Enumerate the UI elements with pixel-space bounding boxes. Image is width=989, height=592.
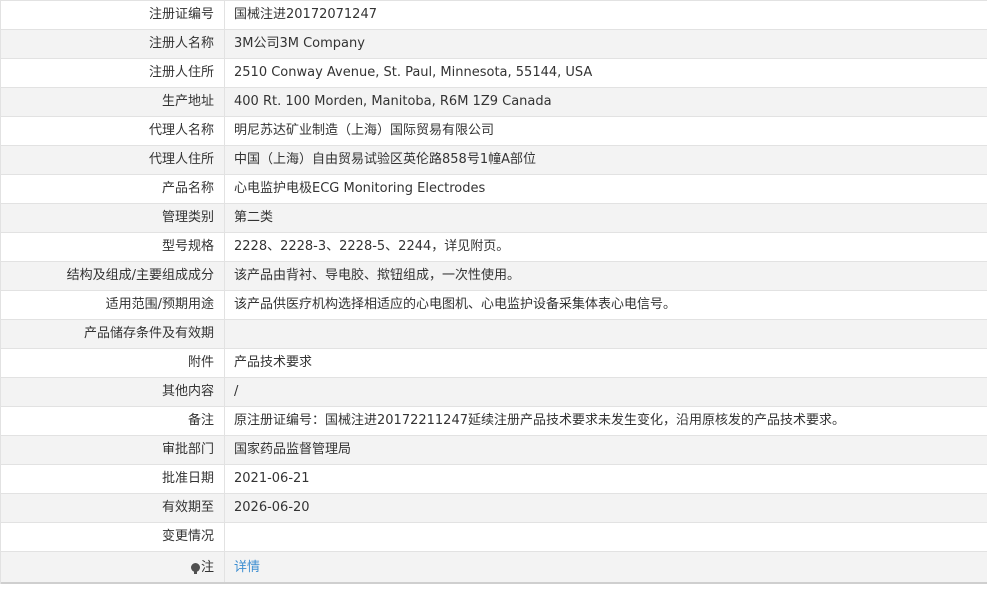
row-registrant-name: 注册人名称 3M公司3M Company [1,30,987,59]
lightbulb-icon [190,563,200,574]
row-agent-name: 代理人名称 明尼苏达矿业制造（上海）国际贸易有限公司 [1,117,987,146]
row-management-category: 管理类别 第二类 [1,204,987,233]
value-intended-use: 该产品供医疗机构选择相适应的心电图机、心电监护设备采集体表心电信号。 [234,297,677,312]
value-other-content: / [234,384,239,399]
row-other-content: 其他内容 / [1,378,987,407]
registration-detail-table: 注册证编号 国械注进20172071247 注册人名称 3M公司3M Compa… [0,0,987,584]
label-agent-address: 代理人住所 [1,146,225,174]
value-model-spec: 2228、2228-3、2228-5、2244，详见附页。 [234,239,510,254]
value-registrant-address: 2510 Conway Avenue, St. Paul, Minnesota,… [234,65,593,80]
value-note: 详情 [225,552,987,582]
label-product-name: 产品名称 [1,175,225,203]
label-note: 注 [1,552,225,582]
value-registrant-name: 3M公司3M Company [234,36,365,51]
row-registration-number: 注册证编号 国械注进20172071247 [1,1,987,30]
label-attachment: 附件 [1,349,225,377]
row-remarks: 备注 原注册证编号：国械注进20172211247延续注册产品技术要求未发生变化… [1,407,987,436]
label-management-category: 管理类别 [1,204,225,232]
label-registration-number: 注册证编号 [1,1,225,29]
value-product-name: 心电监护电极ECG Monitoring Electrodes [234,181,486,196]
value-storage-validity [225,320,987,348]
value-change-status [225,523,987,551]
value-management-category: 第二类 [234,210,274,225]
details-link[interactable]: 详情 [234,560,260,575]
value-registration-number: 国械注进20172071247 [234,7,377,22]
row-production-address: 生产地址 400 Rt. 100 Morden, Manitoba, R6M 1… [1,88,987,117]
row-note: 注 详情 [1,552,987,584]
value-agent-name: 明尼苏达矿业制造（上海）国际贸易有限公司 [234,123,495,138]
row-storage-validity: 产品储存条件及有效期 [1,320,987,349]
label-valid-until: 有效期至 [1,494,225,522]
row-approval-department: 审批部门 国家药品监督管理局 [1,436,987,465]
row-valid-until: 有效期至 2026-06-20 [1,494,987,523]
label-structure-composition: 结构及组成/主要组成成分 [1,262,225,290]
label-change-status: 变更情况 [1,523,225,551]
value-structure-composition: 该产品由背衬、导电胶、揿钮组成，一次性使用。 [234,268,521,283]
value-production-address: 400 Rt. 100 Morden, Manitoba, R6M 1Z9 Ca… [234,94,552,109]
value-valid-until: 2026-06-20 [234,500,310,515]
label-remarks: 备注 [1,407,225,435]
row-intended-use: 适用范围/预期用途 该产品供医疗机构选择相适应的心电图机、心电监护设备采集体表心… [1,291,987,320]
row-structure-composition: 结构及组成/主要组成成分 该产品由背衬、导电胶、揿钮组成，一次性使用。 [1,262,987,291]
row-agent-address: 代理人住所 中国（上海）自由贸易试验区英伦路858号1幢A部位 [1,146,987,175]
label-approval-department: 审批部门 [1,436,225,464]
value-agent-address: 中国（上海）自由贸易试验区英伦路858号1幢A部位 [234,152,536,167]
label-approval-date: 批准日期 [1,465,225,493]
label-registrant-name: 注册人名称 [1,30,225,58]
label-other-content: 其他内容 [1,378,225,406]
label-registrant-address: 注册人住所 [1,59,225,87]
row-approval-date: 批准日期 2021-06-21 [1,465,987,494]
value-remarks: 原注册证编号：国械注进20172211247延续注册产品技术要求未发生变化，沿用… [234,413,845,428]
value-approval-date: 2021-06-21 [234,471,310,486]
row-model-spec: 型号规格 2228、2228-3、2228-5、2244，详见附页。 [1,233,987,262]
label-model-spec: 型号规格 [1,233,225,261]
label-intended-use: 适用范围/预期用途 [1,291,225,319]
row-product-name: 产品名称 心电监护电极ECG Monitoring Electrodes [1,175,987,204]
label-agent-name: 代理人名称 [1,117,225,145]
row-change-status: 变更情况 [1,523,987,552]
value-attachment: 产品技术要求 [234,355,313,370]
label-production-address: 生产地址 [1,88,225,116]
note-label-text: 注 [200,560,214,575]
row-attachment: 附件 产品技术要求 [1,349,987,378]
label-storage-validity: 产品储存条件及有效期 [1,320,225,348]
value-approval-department: 国家药品监督管理局 [234,442,352,457]
row-registrant-address: 注册人住所 2510 Conway Avenue, St. Paul, Minn… [1,59,987,88]
